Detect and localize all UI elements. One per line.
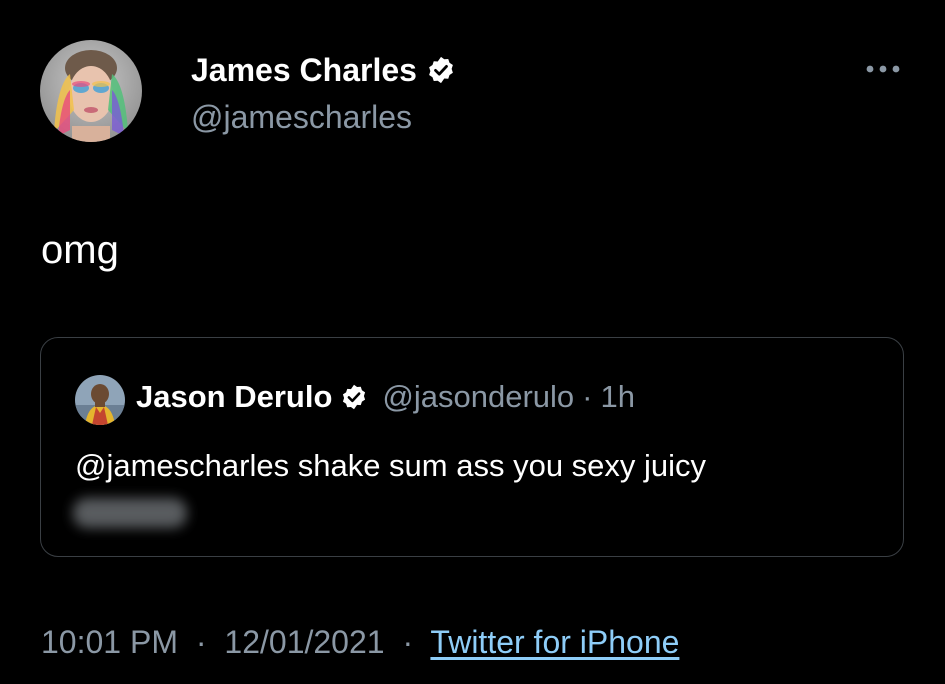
quoted-tweet-time[interactable]: 1h xyxy=(600,379,634,415)
meta-separator-2: · xyxy=(402,624,414,660)
author-name-row[interactable]: James Charles xyxy=(191,50,456,90)
author-handle[interactable]: @jamescharles xyxy=(191,98,412,136)
more-options-icon xyxy=(866,65,900,73)
blurred-text xyxy=(73,498,187,528)
quoted-author-avatar[interactable] xyxy=(75,375,125,425)
tweet-text: omg xyxy=(41,228,119,272)
quoted-tweet-header: Jason Derulo @jasonderulo · 1h xyxy=(136,377,635,417)
quoted-tweet-text: @jamescharles shake sum ass you sexy jui… xyxy=(75,448,707,483)
tweet-source-link[interactable]: Twitter for iPhone xyxy=(430,624,679,660)
quoted-tweet-card[interactable]: Jason Derulo @jasonderulo · 1h @jamescha… xyxy=(40,337,904,557)
tweet-timestamp[interactable]: 10:01 PM xyxy=(41,624,178,660)
tweet-meta: 10:01 PM · 12/01/2021 · Twitter for iPho… xyxy=(41,622,679,662)
quoted-avatar-image xyxy=(75,375,125,425)
meta-separator: · xyxy=(195,624,207,660)
author-avatar[interactable] xyxy=(40,40,142,142)
author-name[interactable]: James Charles xyxy=(191,50,417,90)
quoted-author-handle[interactable]: @jasonderulo xyxy=(382,379,574,415)
quoted-verified-badge-icon xyxy=(340,383,368,411)
avatar-image xyxy=(40,40,142,142)
verified-badge-icon xyxy=(426,55,456,85)
quoted-author-name[interactable]: Jason Derulo xyxy=(136,379,332,415)
tweet-date[interactable]: 12/01/2021 xyxy=(224,624,384,660)
more-options-button[interactable] xyxy=(862,55,904,83)
quoted-header-separator: · xyxy=(582,379,593,414)
